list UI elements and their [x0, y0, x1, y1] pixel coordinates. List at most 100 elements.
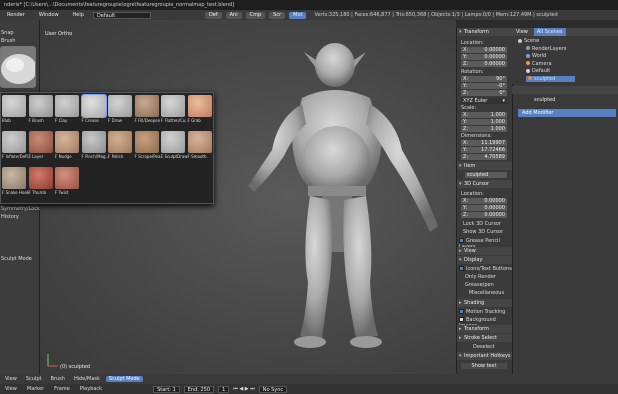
add-modifier-button[interactable]: Add Modifier [518, 109, 616, 117]
transform-orientations-header[interactable]: Transform Orientations [457, 325, 512, 340]
cursor-y-field[interactable]: Y: 0.00000 [461, 205, 507, 211]
cursor-z-field[interactable]: Z: 0.00000 [461, 212, 507, 218]
item-name-field[interactable]: sculpted [465, 172, 507, 178]
item-panel-header[interactable]: Item [457, 162, 512, 170]
brush-label: F Twist [55, 190, 69, 195]
brush-item[interactable]: F Scrape/Pea... [134, 131, 164, 161]
tab-animation[interactable]: Ani [225, 11, 242, 19]
outliner-item[interactable]: Scene [518, 38, 539, 44]
motion-tracking-toggle[interactable]: Motion Tracking [459, 309, 505, 315]
history-panel[interactable]: History [0, 214, 19, 220]
menu-brush[interactable]: Brush [48, 376, 68, 382]
grease-line-toggle[interactable]: Grease/pen [465, 282, 494, 288]
dimensions-x-field[interactable]: X: 11.19907 [461, 140, 507, 146]
dimensions-z-field[interactable]: Z: 4.70589 [461, 154, 507, 160]
transform-panel-header[interactable]: Transform [457, 28, 512, 36]
stroke-select-header[interactable]: Stroke Select [457, 334, 512, 342]
scale-z-field[interactable]: Z: 1.000 [461, 126, 507, 132]
outliner-item[interactable]: World [526, 53, 546, 59]
brush-item[interactable]: F Polish [108, 131, 132, 161]
end-frame-field[interactable]: End: 250 [183, 385, 215, 393]
dimensions-y-field[interactable]: Y: 17.72466 [461, 147, 507, 153]
brush-label: F Thumb [28, 190, 47, 195]
rotation-y-field[interactable]: Y: -0° [461, 83, 507, 89]
menu-hide-mask[interactable]: Hide/Mask [71, 376, 103, 382]
location-x-field[interactable]: X: 0.00000 [461, 47, 507, 53]
tab-compositing[interactable]: Cmp [245, 11, 266, 19]
playback-controls[interactable]: ⏮ ◀ ▶ ⏭ [233, 386, 254, 392]
tab-default[interactable]: Def [204, 11, 222, 19]
icons-text-toggle[interactable]: Icons/Text Buttons [459, 266, 512, 272]
tab-motion[interactable]: Mot [289, 11, 307, 19]
location-z-field[interactable]: Z: 0.00000 [461, 61, 507, 67]
display-panel-header[interactable]: Display [457, 256, 512, 264]
show-text-button[interactable]: Show text [461, 363, 507, 369]
rotation-z-field[interactable]: Z: 0° [461, 90, 507, 96]
brush-item[interactable]: F Brush [28, 95, 53, 125]
brush-item[interactable]: F Draw [108, 95, 132, 125]
timeline-playback-menu[interactable]: Playback [77, 386, 105, 392]
brush-item[interactable]: F Crease [80, 94, 107, 125]
brush-label: F Inflate/Defl... [2, 154, 32, 159]
menu-view[interactable]: View [2, 376, 20, 382]
brush-item[interactable]: F Snake Hook [2, 167, 30, 197]
brush-thumbnail [2, 131, 26, 153]
brush-item[interactable]: F Grab [187, 95, 212, 125]
brush-item[interactable]: F Twist [55, 167, 79, 197]
timeline-view-menu[interactable]: View [2, 386, 20, 392]
rotation-mode-dropdown[interactable]: XYZ Euler ▾ [461, 98, 507, 104]
brush-label: F Grab [187, 118, 201, 123]
only-render-toggle[interactable]: Only Render [465, 274, 496, 280]
location-y-field[interactable]: Y: 0.00000 [461, 54, 507, 60]
menu-help[interactable]: Help [68, 12, 89, 18]
rotation-x-field[interactable]: X: 90° [461, 76, 507, 82]
menu-sculpt[interactable]: Sculpt [23, 376, 45, 382]
important-hotkeys-header[interactable]: Important Hotkeys [457, 352, 512, 360]
show-cursor-checkbox[interactable]: Show 3D Cursor [463, 229, 503, 235]
properties-tab-bar[interactable] [512, 86, 618, 94]
view-label: User Ortho [45, 31, 73, 37]
sync-dropdown[interactable]: No Sync [258, 385, 288, 393]
timeline-frame-menu[interactable]: Frame [51, 386, 73, 392]
brush-item[interactable]: F SculptDraw [161, 131, 188, 161]
lock-cursor-checkbox[interactable]: Lock 3D Cursor [463, 221, 501, 227]
outliner-item[interactable]: Camera [526, 61, 552, 67]
outliner-item[interactable]: RenderLayers [526, 46, 566, 52]
start-frame-field[interactable]: Start: 1 [153, 385, 180, 393]
brush-item[interactable]: F Nudge [55, 131, 79, 161]
cursor-x-field[interactable]: X: 0.00000 [461, 198, 507, 204]
brush-item[interactable]: F Fill/Deepen [134, 95, 160, 125]
brush-item[interactable]: F Pinch/Mag... [81, 131, 109, 161]
outliner-view-menu[interactable]: View [516, 28, 528, 36]
current-frame-field[interactable]: 1 [218, 385, 230, 393]
scale-x-field[interactable]: X: 1.000 [461, 112, 507, 118]
deselect-button[interactable]: Deselect [473, 344, 495, 350]
tab-scripting[interactable]: Scr [269, 11, 286, 19]
brush-preview[interactable] [0, 46, 36, 88]
brush-item[interactable]: F Flatten/Co... [161, 95, 189, 125]
brush-item[interactable]: F Inflate/Defl... [2, 131, 32, 161]
scale-y-field[interactable]: Y: 1.000 [461, 119, 507, 125]
brush-label: F Snake Hook [2, 190, 30, 195]
outliner-item[interactable]: sculpted [526, 75, 576, 82]
brush-item[interactable]: F Clay [55, 95, 79, 125]
timeline-marker-menu[interactable]: Marker [24, 386, 47, 392]
mode-dropdown[interactable]: Sculpt Mode [105, 376, 143, 382]
view-panel-header[interactable]: View [457, 247, 512, 255]
brush-thumbnail [28, 167, 53, 189]
shading-panel-header[interactable]: Shading [457, 299, 512, 307]
symmetry-panel[interactable]: Symmetry/Lock [0, 206, 40, 212]
menu-render[interactable]: Render [2, 12, 30, 18]
brush-item[interactable]: F Layer [28, 131, 53, 161]
brush-item[interactable]: F Thumb [28, 167, 53, 197]
3d-cursor-panel-header[interactable]: 3D Cursor [457, 180, 512, 188]
brush-item[interactable]: Blob [2, 95, 26, 125]
menu-window[interactable]: Window [34, 12, 64, 18]
outliner-item[interactable]: Default [526, 68, 550, 74]
outliner-display-dropdown[interactable]: All Scenes [533, 28, 566, 36]
layout-selector[interactable]: Default [92, 11, 151, 19]
miscellaneous-subpanel[interactable]: Miscellaneous [469, 290, 504, 296]
snap-label: Snap [1, 30, 14, 36]
brush-thumbnail [134, 95, 159, 117]
brush-item[interactable]: F Smooth [187, 131, 212, 161]
